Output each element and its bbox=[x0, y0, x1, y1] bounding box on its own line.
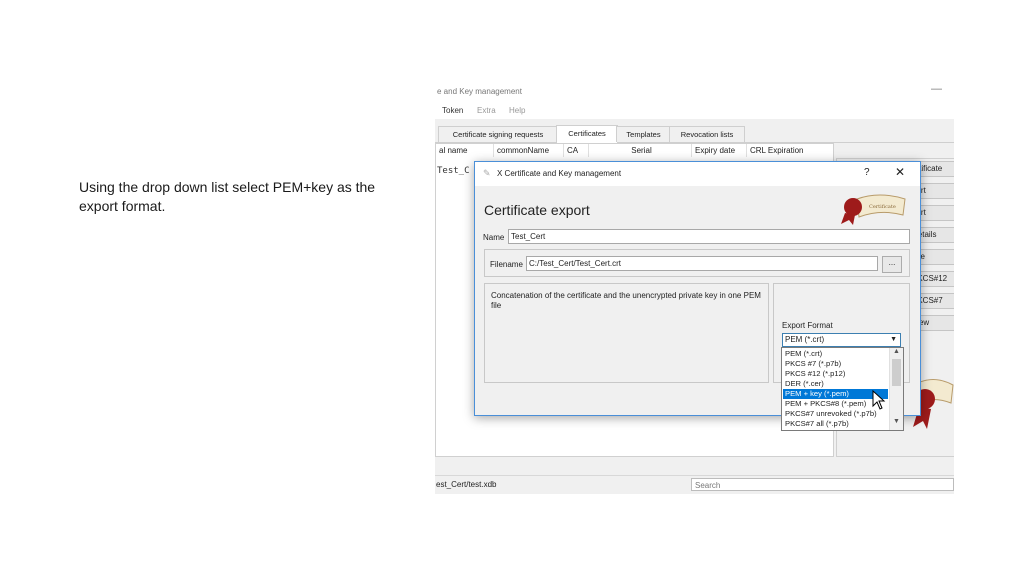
export-format-dropdown-list[interactable]: PEM (*.crt) PKCS #7 (*.p7b) PKCS #12 (*.… bbox=[781, 347, 904, 431]
dialog-title-bar: ✎ X Certificate and Key management ? ✕ bbox=[475, 162, 920, 186]
col-common-name[interactable]: commonName bbox=[494, 144, 564, 157]
dialog-app-icon: ✎ bbox=[483, 168, 491, 178]
format-option-pkcs12[interactable]: PKCS #12 (*.p12) bbox=[783, 369, 888, 379]
col-ca[interactable]: CA bbox=[564, 144, 589, 157]
table-row[interactable]: Test_C bbox=[437, 166, 470, 176]
format-option-pkcs7[interactable]: PKCS #7 (*.p7b) bbox=[783, 359, 888, 369]
scroll-down-icon[interactable]: ▼ bbox=[893, 418, 900, 425]
export-format-value: PEM (*.crt) bbox=[785, 335, 825, 344]
dialog-heading: Certificate export bbox=[484, 202, 590, 218]
close-button[interactable]: ✕ bbox=[895, 165, 905, 179]
tab-revocation-lists[interactable]: Revocation lists bbox=[669, 126, 745, 142]
format-option-pem[interactable]: PEM (*.crt) bbox=[783, 349, 888, 359]
format-option-pkcs7-all[interactable]: PKCS#7 all (*.p7b) bbox=[783, 419, 888, 429]
instruction-text: Using the drop down list select PEM+key … bbox=[79, 179, 376, 214]
tab-bar: Certificate signing requests Certificate… bbox=[435, 125, 954, 143]
name-field[interactable]: Test_Cert bbox=[508, 229, 910, 244]
col-serial[interactable]: Serial bbox=[589, 144, 692, 157]
scroll-thumb[interactable] bbox=[892, 359, 901, 386]
certificate-ribbon-icon: Certificate bbox=[841, 194, 906, 225]
menu-token[interactable]: Token bbox=[442, 106, 463, 115]
mouse-pointer-icon bbox=[872, 390, 886, 410]
status-bar: est_Cert/test.xdb Search bbox=[435, 475, 954, 494]
menu-bar: Token Extra Help bbox=[435, 102, 954, 119]
browse-button[interactable]: ... bbox=[882, 256, 902, 273]
format-option-pkcs7-unrevoked[interactable]: PKCS#7 unrevoked (*.p7b) bbox=[783, 409, 888, 419]
tab-certificates[interactable]: Certificates bbox=[556, 125, 618, 143]
export-format-select[interactable]: PEM (*.crt) ▼ bbox=[782, 333, 901, 347]
main-title-bar: e and Key management — bbox=[435, 82, 954, 102]
col-internal-name[interactable]: al name bbox=[436, 144, 494, 157]
tab-templates[interactable]: Templates bbox=[616, 126, 671, 142]
minimize-button[interactable]: — bbox=[931, 83, 942, 95]
scroll-up-icon[interactable]: ▲ bbox=[893, 348, 900, 355]
col-crl-expiration[interactable]: CRL Expiration bbox=[747, 144, 833, 157]
help-button[interactable]: ? bbox=[864, 167, 870, 178]
export-format-label: Export Format bbox=[782, 321, 833, 330]
format-description: Concatenation of the certificate and the… bbox=[491, 291, 761, 310]
main-window-title: e and Key management bbox=[437, 87, 522, 96]
dialog-title: X Certificate and Key management bbox=[497, 169, 622, 178]
svg-text:Certificate: Certificate bbox=[869, 204, 896, 210]
tab-csr[interactable]: Certificate signing requests bbox=[438, 126, 558, 142]
menu-extra[interactable]: Extra bbox=[477, 106, 496, 115]
col-expiry-date[interactable]: Expiry date bbox=[692, 144, 747, 157]
menu-help[interactable]: Help bbox=[509, 106, 525, 115]
name-label: Name bbox=[483, 233, 505, 242]
dropdown-arrow-icon[interactable]: ▼ bbox=[890, 334, 897, 346]
database-path: est_Cert/test.xdb bbox=[436, 480, 497, 489]
format-option-der[interactable]: DER (*.cer) bbox=[783, 379, 888, 389]
dropdown-scrollbar[interactable]: ▲ ▼ bbox=[889, 348, 903, 430]
search-input[interactable]: Search bbox=[691, 478, 954, 491]
filename-field[interactable]: C:/Test_Cert/Test_Cert.crt bbox=[526, 256, 878, 271]
filename-label: Filename bbox=[490, 260, 523, 269]
